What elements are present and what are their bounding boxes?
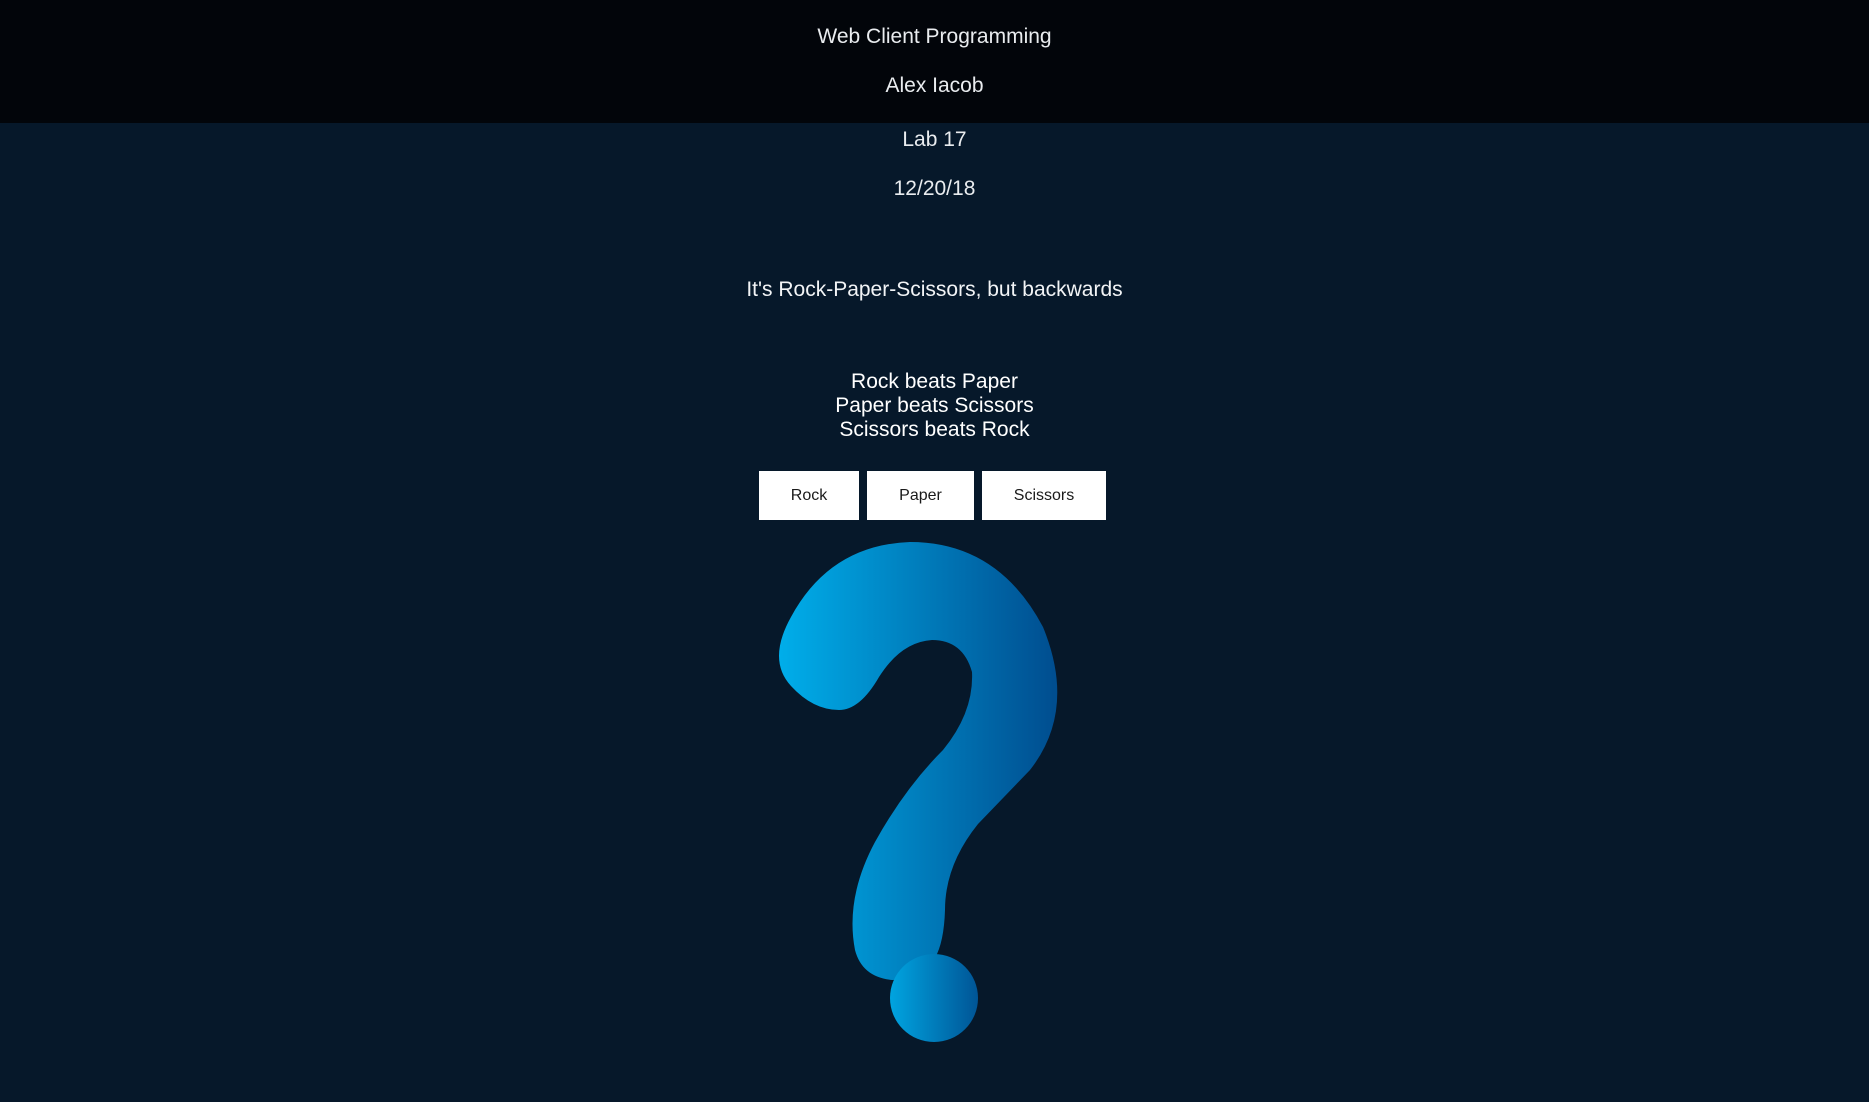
lab-date: 12/20/18 [893,177,976,200]
author-name: Alex Iacob [885,74,984,97]
rule-item: Paper beats Scissors [835,394,1034,417]
scissors-button[interactable]: Scissors [982,471,1106,520]
rule-item: Scissors beats Rock [839,418,1030,441]
course-title: Web Client Programming [817,25,1052,48]
rule-item: Rock beats Paper [851,370,1018,393]
question-mark-icon [779,542,1058,1042]
rock-button[interactable]: Rock [759,471,859,520]
paper-button[interactable]: Paper [867,471,974,520]
rules-list: Rock beats Paper Paper beats Scissors Sc… [0,370,1869,442]
page-tagline: It's Rock-Paper-Scissors, but backwards [746,278,1123,301]
header-bar [0,0,1869,123]
lab-number: Lab 17 [902,128,967,151]
